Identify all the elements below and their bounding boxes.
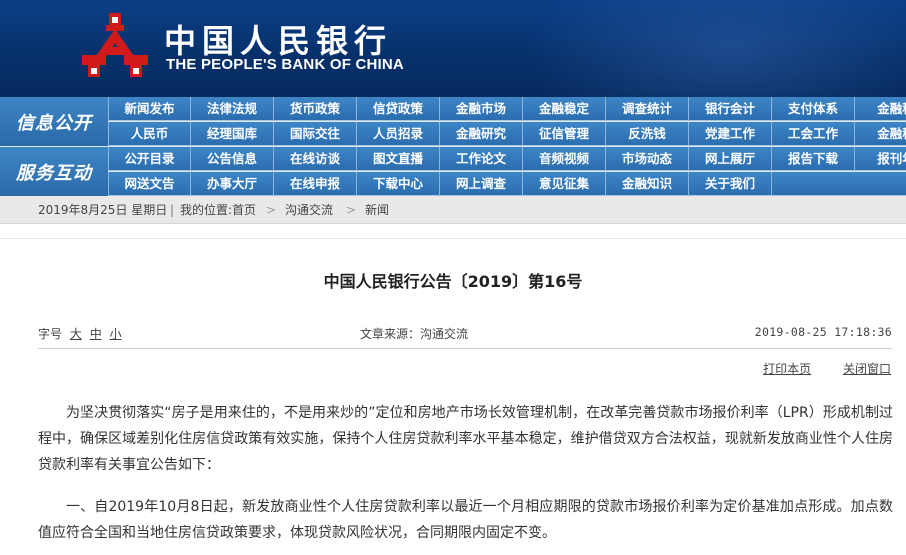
- nav-item-opinion-collection[interactable]: 意见征集: [523, 172, 606, 196]
- nav-item-working-papers[interactable]: 工作论文: [440, 147, 523, 171]
- chevron-right-icon: >: [346, 203, 357, 217]
- font-size-medium-link[interactable]: 中: [90, 327, 102, 341]
- nav-item-financial-stability[interactable]: 金融稳定: [523, 97, 606, 121]
- nav-section-service-interaction[interactable]: 服务互动: [0, 147, 108, 196]
- article-tools: 打印本页 关闭窗口: [735, 360, 891, 377]
- breadcrumb-location-label: 我的位置:: [180, 203, 233, 217]
- nav-item-financial-market[interactable]: 金融市场: [440, 97, 523, 121]
- font-size-control: 字号 大 中 小: [38, 325, 122, 342]
- site-header: 中国人民银行 THE PEOPLE'S BANK OF CHINA: [0, 0, 906, 97]
- font-size-label: 字号: [38, 327, 63, 341]
- breadcrumb-divider: |: [170, 203, 175, 217]
- article-source: 文章来源：沟通交流: [360, 327, 469, 341]
- nav-item-documents[interactable]: 网送文告: [108, 172, 191, 196]
- nav-row-3: 公开目录 公告信息 在线访谈 图文直播 工作论文 音频视频 市场动态 网上展厅 …: [108, 147, 906, 171]
- breadcrumb: 2019年8月25日 星期日 | 我的位置: 首页 > 沟通交流 > 新闻: [0, 196, 906, 224]
- nav-item-download-center[interactable]: 下载中心: [357, 172, 440, 196]
- nav-item-payment-system[interactable]: 支付体系: [772, 97, 855, 121]
- nav-item-monetary-policy[interactable]: 货币政策: [274, 97, 357, 121]
- article-body: 为坚决贯彻落实“房子是用来住的，不是用来炒的”定位和房地产市场长效管理机制，在改…: [38, 400, 893, 555]
- nav-section-info-disclosure[interactable]: 信息公开: [0, 97, 108, 146]
- nav-item-about-us[interactable]: 关于我们: [689, 172, 772, 196]
- article-title: 中国人民银行公告〔2019〕第16号: [323, 272, 583, 291]
- nav-row-1: 新闻发布 法律法规 货币政策 信贷政策 金融市场 金融稳定 调查统计 银行会计 …: [108, 97, 906, 121]
- article-meta: 字号 大 中 小 文章来源：沟通交流 2019-08-25 17:18:36: [38, 325, 892, 343]
- nav-item-treasury[interactable]: 经理国库: [191, 122, 274, 146]
- nav-item-laws[interactable]: 法律法规: [191, 97, 274, 121]
- nav-item-credit-policy[interactable]: 信贷政策: [357, 97, 440, 121]
- nav-item-online-filing[interactable]: 在线申报: [274, 172, 357, 196]
- divider: [0, 238, 906, 239]
- close-window-link[interactable]: 关闭窗口: [843, 362, 891, 376]
- nav-item-financial-knowledge[interactable]: 金融知识: [606, 172, 689, 196]
- nav-item-research[interactable]: 金融研究: [440, 122, 523, 146]
- nav-item-yearbook[interactable]: 报刊年: [855, 147, 906, 171]
- header-glow: [520, 0, 906, 97]
- nav-item-news-release[interactable]: 新闻发布: [108, 97, 191, 121]
- article-datetime: 2019-08-25 17:18:36: [754, 325, 892, 339]
- nav-item-union[interactable]: 工会工作: [772, 122, 855, 146]
- nav-item-audio-video[interactable]: 音频视频: [523, 147, 606, 171]
- nav-item-international[interactable]: 国际交往: [274, 122, 357, 146]
- nav-item-online-survey[interactable]: 网上调查: [440, 172, 523, 196]
- nav-row-2: 人民币 经理国库 国际交往 人员招录 金融研究 征信管理 反洗钱 党建工作 工会…: [108, 122, 906, 146]
- chevron-right-icon: >: [266, 203, 277, 217]
- article-paragraph: 一、自2019年10月8日起，新发放商业性个人住房贷款利率以最近一个月相应期限的…: [38, 499, 893, 541]
- nav-item-accounting[interactable]: 银行会计: [689, 97, 772, 121]
- nav-item-fintech-2[interactable]: 金融科: [855, 122, 906, 146]
- current-date: 2019年8月25日 星期日: [38, 203, 168, 217]
- nav-item-online-exhibition[interactable]: 网上展厅: [689, 147, 772, 171]
- article-paragraph: 为坚决贯彻落实“房子是用来住的，不是用来炒的”定位和房地产市场长效管理机制，在改…: [38, 405, 893, 473]
- nav-item-recruitment[interactable]: 人员招录: [357, 122, 440, 146]
- bank-name-en: THE PEOPLE'S BANK OF CHINA: [166, 56, 404, 73]
- main-nav: 信息公开 服务互动 新闻发布 法律法规 货币政策 信贷政策 金融市场 金融稳定 …: [0, 97, 906, 196]
- nav-item-fintech-1[interactable]: 金融科: [855, 97, 906, 121]
- nav-item-credit-reference[interactable]: 征信管理: [523, 122, 606, 146]
- nav-row-4: 网送文告 办事大厅 在线申报 下载中心 网上调查 意见征集 金融知识 关于我们: [108, 172, 906, 196]
- pboc-emblem-icon[interactable]: [80, 11, 150, 79]
- print-page-link[interactable]: 打印本页: [763, 362, 811, 376]
- nav-item-party-building[interactable]: 党建工作: [689, 122, 772, 146]
- nav-item-online-interview[interactable]: 在线访谈: [274, 147, 357, 171]
- nav-item-statistics[interactable]: 调查统计: [606, 97, 689, 121]
- meta-divider: [38, 348, 892, 349]
- breadcrumb-home-link[interactable]: 首页: [232, 196, 256, 224]
- nav-item-live-broadcast[interactable]: 图文直播: [357, 147, 440, 171]
- nav-item-market-news[interactable]: 市场动态: [606, 147, 689, 171]
- nav-item-report-download[interactable]: 报告下载: [772, 147, 855, 171]
- nav-item-rmb[interactable]: 人民币: [108, 122, 191, 146]
- breadcrumb-news-link[interactable]: 新闻: [365, 196, 389, 224]
- font-size-small-link[interactable]: 小: [110, 327, 122, 341]
- nav-item-anti-money-laundering[interactable]: 反洗钱: [606, 122, 689, 146]
- nav-item-public-catalog[interactable]: 公开目录: [108, 147, 191, 171]
- nav-item-announcements[interactable]: 公告信息: [191, 147, 274, 171]
- font-size-large-link[interactable]: 大: [70, 327, 82, 341]
- breadcrumb-communication-link[interactable]: 沟通交流: [285, 196, 333, 224]
- nav-item-service-hall[interactable]: 办事大厅: [191, 172, 274, 196]
